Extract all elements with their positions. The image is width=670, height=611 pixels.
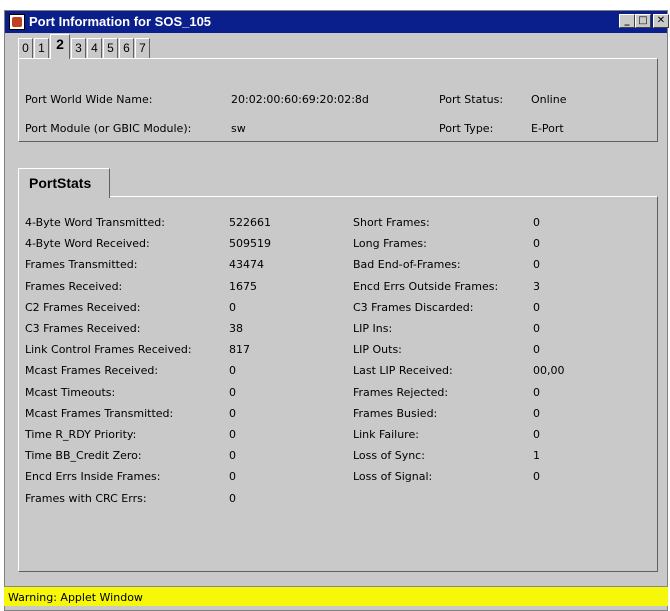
stat-left-value-12: 0 [229, 470, 236, 484]
stat-right-label-9: Frames Busied: [353, 406, 438, 420]
stat-left-label-1: 4-Byte Word Received: [25, 237, 150, 251]
stat-left-label-11: Time BB_Credit Zero: [25, 449, 142, 463]
stat-right-value-1: 0 [533, 237, 540, 251]
port-info-panel: Port World Wide Name: 20:02:00:60:69:20:… [18, 58, 658, 142]
stat-right-value-2: 0 [533, 258, 540, 272]
stat-right-label-6: LIP Outs: [353, 343, 402, 357]
stat-right-value-4: 0 [533, 300, 540, 314]
minimize-button[interactable]: _ [619, 14, 635, 28]
stat-right-label-2: Bad End-of-Frames: [353, 258, 461, 272]
stat-right-label-3: Encd Errs Outside Frames: [353, 279, 499, 293]
stat-right-label-11: Loss of Sync: [353, 449, 425, 463]
stat-right-label-0: Short Frames: [353, 216, 430, 229]
stat-left-value-1: 509519 [229, 237, 271, 251]
stat-right-value-11: 1 [533, 449, 540, 463]
port-status-value: Online [531, 93, 567, 106]
stat-right-value-10: 0 [533, 428, 540, 441]
stat-left-label-12: Encd Errs Inside Frames: [25, 470, 161, 484]
portstats-panel: 4-Byte Word Transmitted: 522661 4-Byte Wor… [18, 196, 658, 572]
status-bar: Warning: Applet Window [4, 586, 668, 606]
app-icon [9, 14, 25, 30]
stat-right-value-9: 0 [533, 406, 540, 420]
stat-left-label-0: 4-Byte Word Transmitted: [25, 216, 165, 229]
stat-left-value-9: 0 [229, 406, 236, 420]
close-button[interactable]: ✕ [653, 14, 669, 28]
stat-left-value-8: 0 [229, 385, 236, 399]
stat-left-value-4: 0 [229, 300, 236, 314]
stat-right-label-8: Frames Rejected: [353, 385, 449, 399]
stat-left-label-10: Time R_RDY Priority: [25, 428, 137, 441]
port-type-value: E-Port [531, 122, 564, 135]
stat-right-label-10: Link Failure: [353, 428, 419, 441]
stat-left-label-4: C2 Frames Received: [25, 300, 141, 314]
tab-port-0[interactable]: 0 [18, 38, 33, 58]
stat-right-value-12: 0 [533, 470, 540, 484]
tab-port-1[interactable]: 1 [34, 38, 49, 58]
stat-right-value-7: 00,00 [533, 364, 565, 378]
stat-left-label-8: Mcast Timeouts: [25, 385, 116, 399]
tab-port-2[interactable]: 2 [50, 34, 70, 59]
port-module-value: sw [231, 122, 246, 135]
tab-portstats[interactable]: PortStats [18, 168, 110, 198]
stat-left-value-5: 38 [229, 322, 243, 335]
stat-left-value-3: 1675 [229, 279, 257, 293]
stat-left-value-0: 522661 [229, 216, 271, 229]
tab-port-7[interactable]: 7 [135, 38, 150, 58]
tab-port-4[interactable]: 4 [87, 38, 102, 58]
tab-port-5[interactable]: 5 [103, 38, 118, 58]
stat-right-label-7: Last LIP Received: [353, 364, 453, 378]
stat-right-label-12: Loss of Signal: [353, 470, 433, 484]
maximize-button[interactable]: □ [635, 14, 651, 28]
stat-left-value-7: 0 [229, 364, 236, 378]
port-status-label: Port Status: [439, 93, 504, 106]
stat-left-value-11: 0 [229, 449, 236, 463]
stat-right-value-8: 0 [533, 385, 540, 399]
tab-port-3[interactable]: 3 [71, 38, 86, 58]
stat-right-value-3: 3 [533, 279, 540, 293]
stat-right-label-5: LIP Ins: [353, 322, 393, 335]
stat-left-value-10: 0 [229, 428, 236, 441]
stat-right-value-5: 0 [533, 322, 540, 335]
title-bar[interactable]: Port Information for SOS_105 _ □ ✕ [5, 11, 669, 33]
stat-left-value-13: 0 [229, 491, 236, 505]
stat-left-label-3: Frames Received: [25, 279, 123, 293]
wwn-label: Port World Wide Name: [25, 93, 153, 106]
stat-left-label-13: Frames with CRC Errs: [25, 491, 147, 505]
stat-right-value-6: 0 [533, 343, 540, 357]
stat-left-label-2: Frames Transmitted: [25, 258, 138, 272]
stat-right-label-1: Long Frames: [353, 237, 427, 251]
stat-left-value-6: 817 [229, 343, 250, 357]
port-type-label: Port Type: [439, 122, 494, 135]
stat-left-value-2: 43474 [229, 258, 264, 272]
stat-left-label-7: Mcast Frames Received: [25, 364, 159, 378]
tab-port-6[interactable]: 6 [119, 38, 134, 58]
stat-right-label-4: C3 Frames Discarded: [353, 300, 474, 314]
stat-left-label-5: C3 Frames Received: [25, 322, 141, 335]
window-title: Port Information for SOS_105 [29, 14, 212, 29]
wwn-value: 20:02:00:60:69:20:02:8d [231, 93, 369, 106]
stat-right-value-0: 0 [533, 216, 540, 229]
stat-left-label-6: Link Control Frames Received: [25, 343, 192, 357]
port-module-label: Port Module (or GBIC Module): [25, 122, 192, 135]
stat-left-label-9: Mcast Frames Transmitted: [25, 406, 174, 420]
